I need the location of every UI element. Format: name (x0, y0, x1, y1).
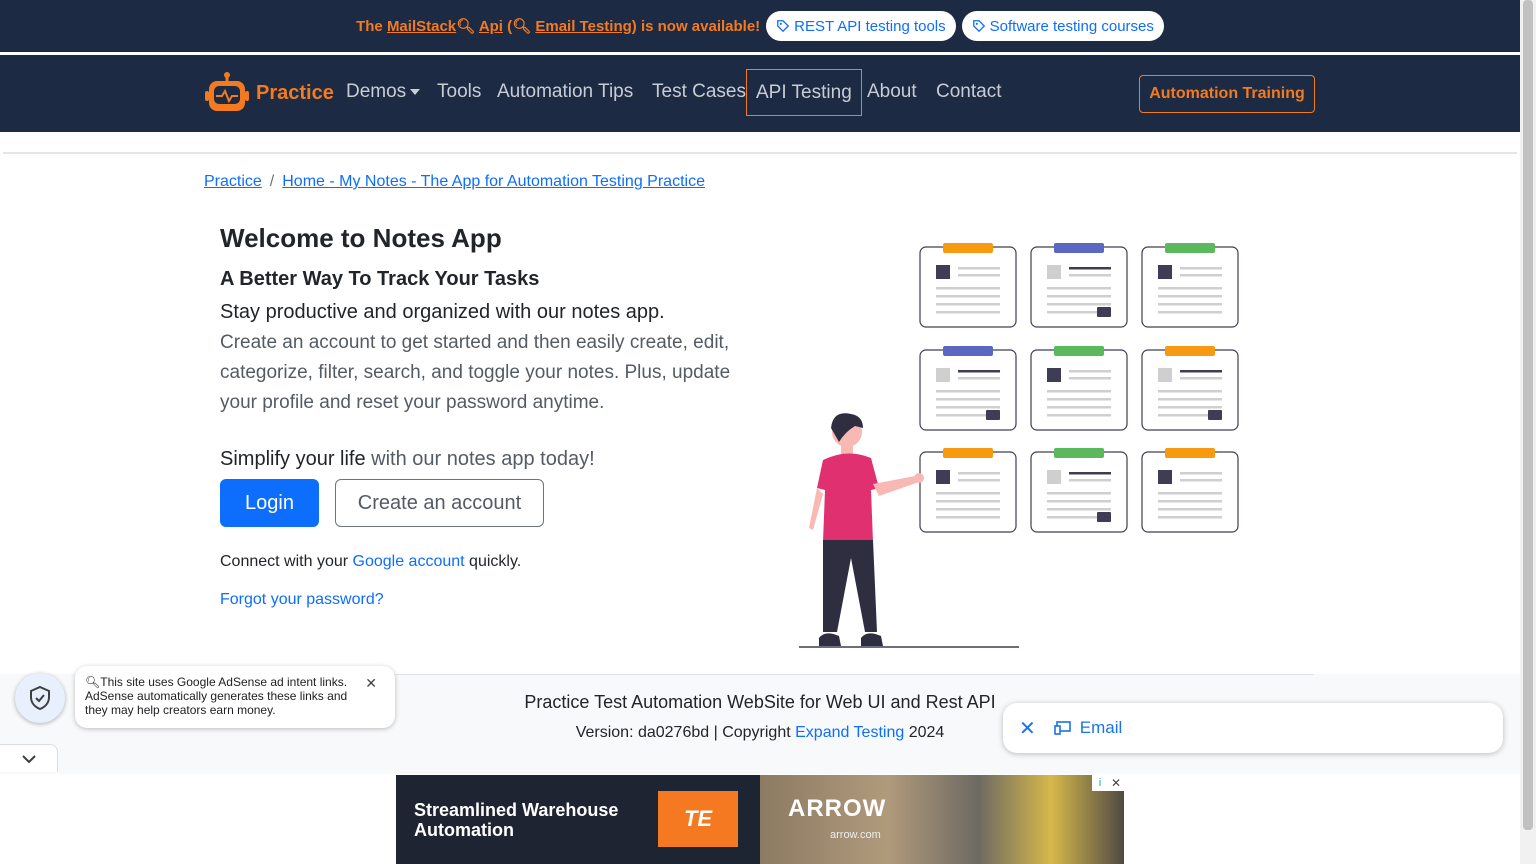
page-title: Welcome to Notes App (220, 223, 502, 253)
create-account-button[interactable]: Create an account (335, 479, 544, 527)
promo-banner: The MailStack🔍︎ Api (🔍︎ Email Testing) i… (0, 0, 1520, 52)
login-button[interactable]: Login (220, 479, 319, 527)
note-card (1141, 448, 1239, 533)
nav-contact[interactable]: Contact (936, 81, 1001, 103)
chevron-down-icon (21, 754, 36, 763)
promo-text: The MailStack🔍︎ Api (🔍︎ Email Testing) i… (356, 18, 761, 35)
note-card (1141, 243, 1239, 328)
description-text: Create an account to get started and the… (220, 332, 731, 413)
shield-check-icon (30, 685, 50, 711)
search-icon: 🔍︎ (512, 18, 532, 35)
mailstack-link[interactable]: MailStack (387, 18, 456, 35)
privacy-shield-button[interactable] (15, 673, 65, 723)
breadcrumb-current-link[interactable]: Home - My Notes - The App for Automation… (282, 173, 705, 191)
collapse-ads-button[interactable] (0, 744, 58, 772)
note-card (1030, 448, 1128, 533)
notes-board-illustration (799, 243, 1239, 648)
ad-headline: Streamlined Warehouse Automation (414, 800, 619, 840)
forgot-password-link[interactable]: Forgot your password? (220, 591, 384, 608)
header-divider (3, 152, 1517, 154)
breadcrumb: Practice / Home - My Notes - The App for… (204, 173, 705, 191)
testing-courses-pill[interactable]: Software testing courses (961, 11, 1164, 41)
close-icon[interactable]: ✕ (365, 676, 377, 690)
google-connect-text: Connect with your Google account quickly… (220, 553, 522, 570)
robot-logo-icon (205, 72, 249, 111)
breadcrumb-separator: / (269, 173, 275, 190)
ad-logo: TE (658, 791, 738, 847)
note-card (1141, 346, 1239, 431)
google-account-link[interactable]: Google account (353, 553, 465, 570)
nav-api-testing[interactable]: API Testing (746, 69, 862, 116)
forgot-password: Forgot your password? (220, 591, 740, 609)
tag-icon (972, 20, 985, 33)
tag-icon (777, 20, 790, 33)
devices-icon (1053, 721, 1071, 735)
rest-api-tools-pill[interactable]: REST API testing tools (766, 11, 956, 41)
nav-about[interactable]: About (867, 81, 917, 103)
welcome-section: Welcome to Notes App A Better Way To Tra… (220, 223, 740, 609)
search-icon: 🔍︎ (85, 675, 101, 689)
auth-buttons: Login Create an account (220, 479, 740, 527)
ad-brand: ARROW (788, 795, 887, 822)
expand-testing-link[interactable]: Expand Testing (795, 724, 904, 741)
note-card (919, 243, 1017, 328)
ad-text-panel: Streamlined Warehouse Automation (396, 775, 658, 864)
simplify-text: Simplify your life with our notes app to… (220, 448, 595, 470)
note-card (919, 448, 1017, 533)
caret-down-icon (410, 88, 421, 95)
nav-test-cases[interactable]: Test Cases (652, 81, 746, 103)
nav-demos-dropdown[interactable]: Demos (346, 81, 421, 103)
ad-close-icon[interactable]: ✕ (1108, 775, 1124, 791)
note-card (1030, 243, 1128, 328)
ad-info-icon[interactable]: i (1092, 775, 1108, 791)
api-link[interactable]: Api (479, 18, 503, 35)
automation-training-button[interactable]: Automation Training (1139, 75, 1315, 113)
advertisement-banner[interactable]: Streamlined Warehouse Automation TE ARRO… (396, 775, 1124, 864)
search-icon: 🔍︎ (456, 18, 476, 35)
brand-link[interactable]: Practice (204, 71, 334, 115)
nav-tools[interactable]: Tools (437, 81, 481, 103)
close-icon[interactable]: ✕ (1019, 716, 1036, 741)
page-subtitle: A Better Way To Track Your Tasks (220, 268, 540, 290)
main-navbar: Practice Demos Tools Automation Tips Tes… (0, 55, 1520, 132)
nav-automation-tips[interactable]: Automation Tips (497, 81, 633, 103)
email-testing-link[interactable]: Email Testing (535, 18, 631, 35)
note-card (919, 346, 1017, 431)
email-intent-chip: ✕ Email (1003, 703, 1503, 753)
scrollbar-thumb[interactable] (1523, 0, 1533, 830)
email-intent-link[interactable]: Email (1053, 718, 1122, 738)
breadcrumb-practice-link[interactable]: Practice (204, 173, 262, 191)
lead-text: Stay productive and organized with our n… (220, 301, 665, 323)
adsense-notice: 🔍︎This site uses Google AdSense ad inten… (75, 666, 395, 728)
note-card (1030, 346, 1128, 431)
ad-brand-url: arrow.com (830, 829, 881, 841)
